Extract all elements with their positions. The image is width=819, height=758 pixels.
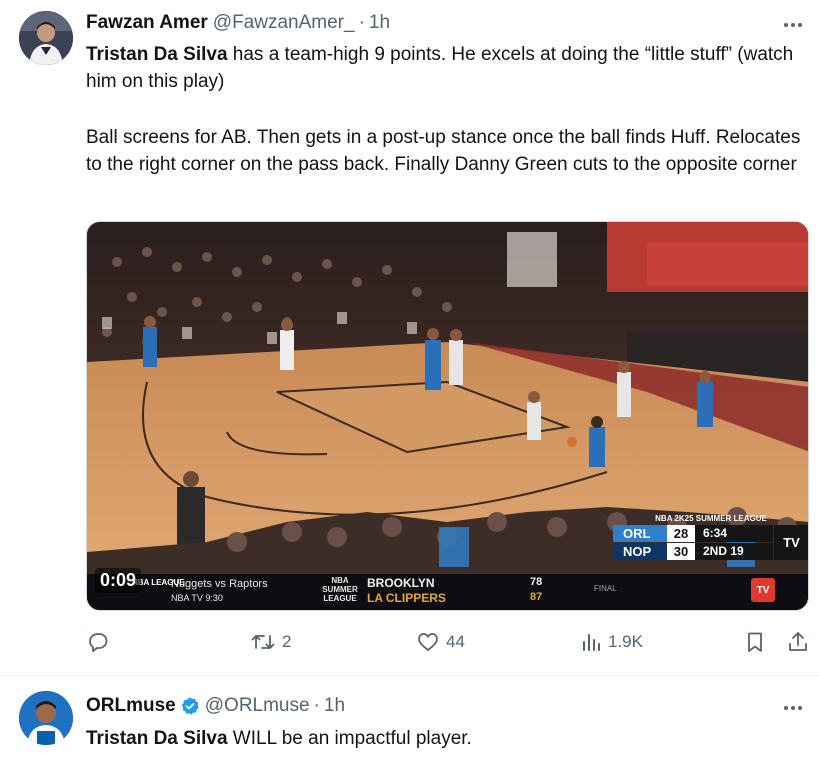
live-score-bug: NBA 2K25 SUMMER LEAGUE ORL 28 6:34 NOP 3… — [613, 514, 808, 560]
tweet-text-rest: WILL be an impactful player. — [227, 728, 472, 749]
tv-logo: TV — [774, 525, 808, 560]
ticker-status: FINAL — [594, 584, 617, 593]
tweet-text-paragraph-2: Ball screens for AB. Then gets in a post… — [86, 127, 801, 175]
live-score2: 30 — [667, 543, 695, 560]
video-elapsed-time: 0:09 — [95, 568, 142, 593]
live-row-team1: ORL 28 6:34 — [613, 525, 773, 542]
mention-text: Tristan Da Silva — [86, 728, 228, 749]
separator-dot: · — [358, 12, 365, 33]
bookmark-icon — [744, 630, 766, 654]
live-team2: NOP — [613, 543, 667, 560]
ticker-team1: BROOKLYN — [367, 576, 435, 590]
timestamp[interactable]: 1h — [369, 12, 390, 34]
live-score1: 28 — [667, 525, 695, 542]
author-handle[interactable]: @FawzanAmer_ — [213, 12, 355, 34]
like-count: 44 — [446, 632, 465, 651]
tweet-orlmuse[interactable]: ORLmuse @ORLmuse · 1h Tristan Da Silva W… — [0, 677, 819, 758]
avatar-fawzan[interactable] — [19, 11, 73, 65]
ticker-score2: 87 — [530, 591, 543, 603]
avatar-orlmuse[interactable] — [19, 691, 73, 745]
ticker-tv-logo: TV — [751, 578, 775, 602]
tweet-text: Tristan Da Silva WILL be an impactful pl… — [86, 725, 806, 752]
more-icon[interactable] — [781, 696, 805, 720]
live-score-title: NBA 2K25 SUMMER LEAGUE — [655, 514, 767, 523]
bookmark-button[interactable] — [744, 628, 766, 656]
views-count: 1.9K — [608, 632, 643, 651]
live-row-team2: NOP 30 2ND 19 — [613, 543, 773, 560]
author-name[interactable]: Fawzan Amer — [86, 12, 208, 34]
tweet-fawzan[interactable]: Fawzan Amer @FawzanAmer_ · 1h Tristan Da… — [0, 0, 819, 676]
timestamp[interactable]: 1h — [324, 695, 345, 717]
tweet-header: ORLmuse @ORLmuse · 1h — [86, 695, 345, 717]
ticker-game: Nuggets vs Raptors — [171, 578, 268, 590]
like-icon — [416, 630, 440, 654]
like-button[interactable]: 44 — [416, 628, 465, 656]
ticker-channel: NBA TV 9:30 — [171, 593, 223, 603]
verified-icon — [180, 696, 200, 716]
author-handle[interactable]: @ORLmuse — [205, 695, 310, 717]
repost-button[interactable]: 2 — [250, 628, 291, 656]
reply-button[interactable] — [86, 628, 110, 656]
live-team1: ORL — [613, 525, 667, 542]
mention-text: Tristan Da Silva — [86, 44, 228, 65]
ticker-team2: LA CLIPPERS — [367, 591, 446, 605]
share-icon — [786, 630, 810, 654]
separator-dot: · — [313, 695, 320, 716]
tweet-actions: 2 44 1.9K — [86, 628, 809, 656]
more-icon[interactable] — [781, 13, 805, 37]
views-button[interactable]: 1.9K — [580, 628, 643, 656]
live-clock: 6:34 — [695, 525, 773, 542]
tweet-text-paragraph-1: Tristan Da Silva has a team-high 9 point… — [86, 41, 806, 95]
reply-icon — [86, 630, 110, 654]
views-icon — [580, 630, 602, 654]
video-player[interactable]: NBA 2K25 SUMMER LEAGUE ORL 28 6:34 NOP 3… — [86, 221, 809, 611]
repost-icon — [250, 630, 276, 654]
repost-count: 2 — [282, 632, 292, 651]
ticker-score1: 78 — [530, 576, 543, 588]
share-button[interactable] — [786, 628, 810, 656]
ticker-summer-league: NBA SUMMER LEAGUE — [322, 576, 358, 603]
tweet-header: Fawzan Amer @FawzanAmer_ · 1h — [86, 12, 390, 34]
live-period: 2ND 19 — [695, 543, 773, 560]
author-name[interactable]: ORLmuse — [86, 695, 176, 717]
